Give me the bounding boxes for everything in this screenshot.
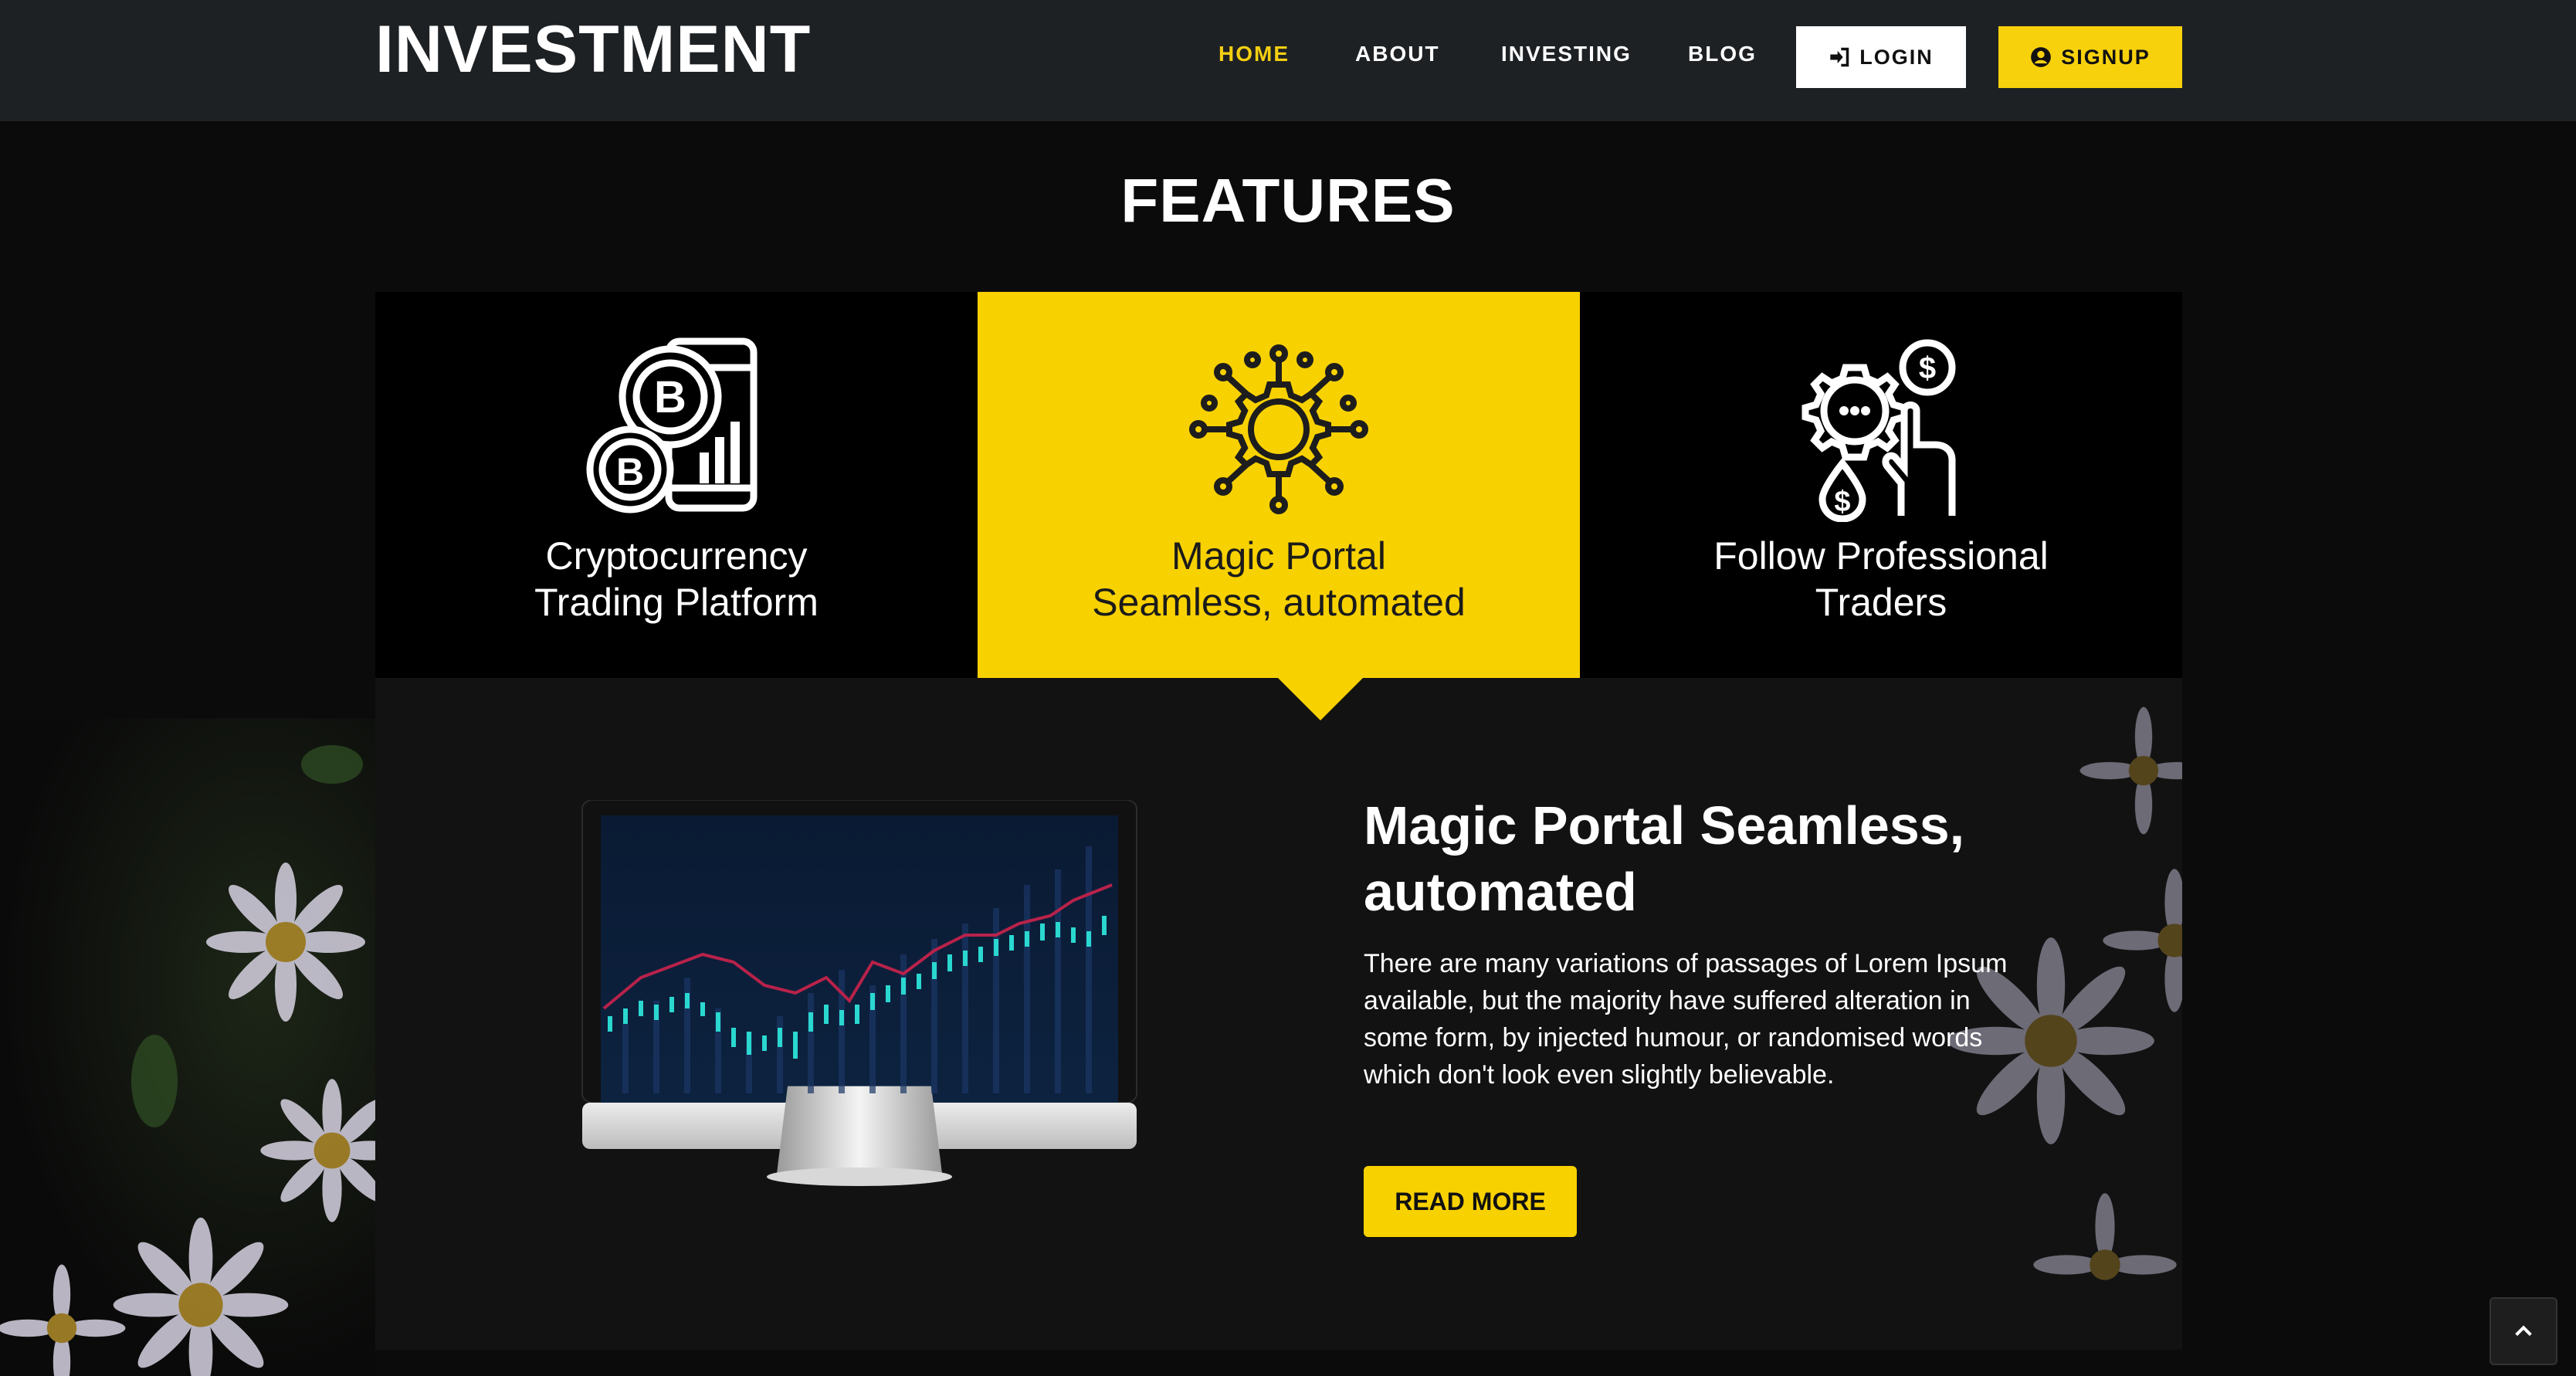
tab-follow-traders[interactable]: $ $ Follow Professional Traders	[1580, 292, 2182, 678]
tab-label-line2: Seamless, automated	[1092, 581, 1466, 624]
tab-magic-portal[interactable]: Magic Portal Seamless, automated	[978, 292, 1580, 678]
login-button[interactable]: LOGIN	[1796, 26, 1966, 88]
features-heading: FEATURES	[1120, 166, 1456, 235]
signup-label: SIGNUP	[2061, 45, 2151, 69]
login-label: LOGIN	[1859, 45, 1934, 69]
tab-label: Magic Portal Seamless, automated	[978, 533, 1580, 625]
feature-content-panel: Magic Portal Seamless, automated There a…	[375, 678, 2182, 1350]
tab-crypto-trading[interactable]: B B Cryptocurrency Trading Platform	[375, 292, 978, 678]
chevron-up-icon	[2515, 1325, 2532, 1337]
tab-label: Cryptocurrency Trading Platform	[375, 533, 978, 625]
svg-text:B: B	[654, 372, 686, 422]
tab-label-line1: Magic Portal	[1171, 534, 1386, 578]
svg-text:B: B	[616, 450, 644, 493]
tab-label-line2: Trading Platform	[534, 581, 819, 624]
panel-description: There are many variations of passages of…	[1364, 949, 2008, 1090]
tab-label: Follow Professional Traders	[1580, 533, 2182, 625]
tab-label-line2: Traders	[1815, 581, 1947, 624]
main-nav: HOME ABOUT INVESTING BLOG	[0, 37, 2576, 76]
nav-blog[interactable]: BLOG	[1688, 37, 1757, 71]
feature-tabs: B B Cryptocurrency Trading Platform Magi…	[375, 292, 2182, 678]
top-navbar: INVESTMENT HOME ABOUT INVESTING BLOG LOG…	[0, 0, 2576, 121]
panel-title: Magic Portal Seamless, automated	[1364, 795, 1965, 922]
nav-about[interactable]: ABOUT	[1355, 37, 1440, 71]
nav-investing[interactable]: INVESTING	[1501, 37, 1632, 71]
read-more-button[interactable]: READ MORE	[1364, 1166, 1577, 1237]
sign-in-icon	[1830, 47, 1849, 67]
gear-network-icon	[1189, 344, 1368, 514]
user-circle-icon	[2031, 47, 2052, 67]
background-flowers-left	[0, 718, 375, 1376]
bitcoin-phone-icon: B B	[586, 337, 758, 513]
tab-label-line1: Follow Professional	[1713, 534, 2049, 578]
tab-label-line1: Cryptocurrency	[545, 534, 808, 578]
monitor-trading-chart-image	[581, 800, 1137, 1186]
svg-text:$: $	[1919, 351, 1936, 385]
daisy-flowers-image	[0, 745, 375, 1376]
nav-home[interactable]: HOME	[1219, 37, 1290, 71]
back-to-top-button[interactable]	[2490, 1297, 2557, 1365]
svg-text:$: $	[1834, 486, 1850, 518]
gear-dollar-hand-icon: $ $	[1802, 339, 1956, 522]
signup-button[interactable]: SIGNUP	[1998, 26, 2182, 88]
active-tab-pointer	[1276, 676, 1364, 720]
